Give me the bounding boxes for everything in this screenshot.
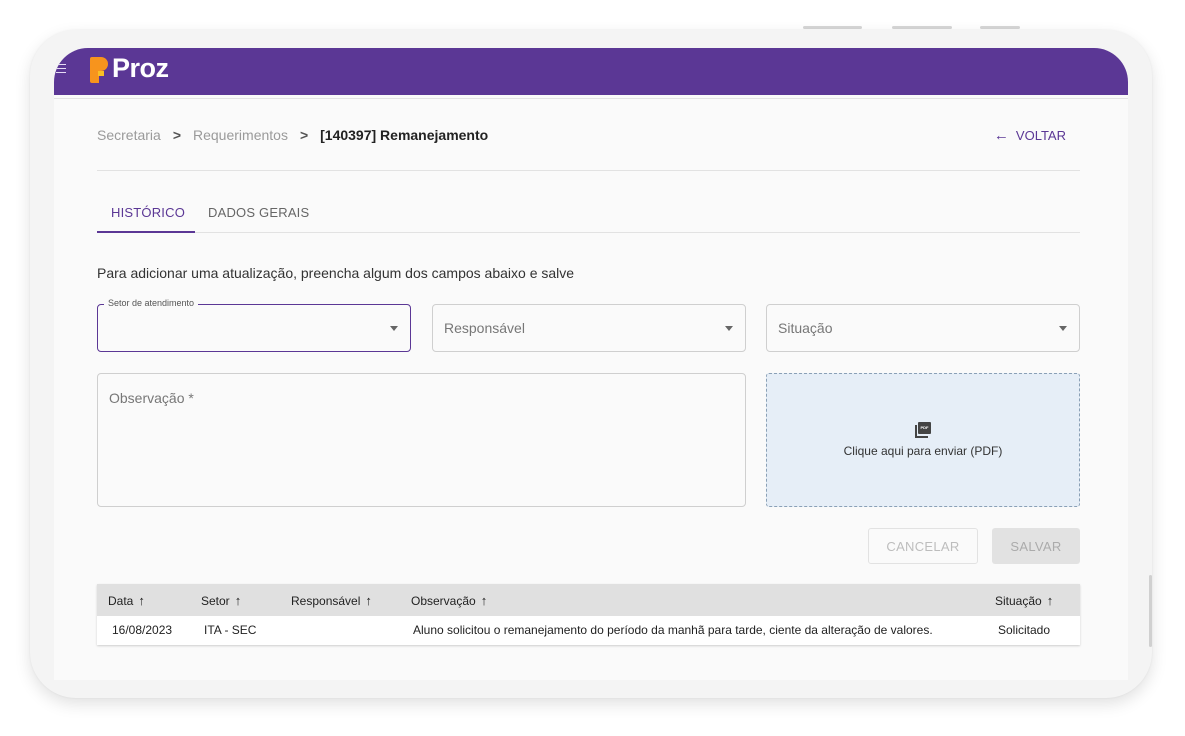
table-header: Data ↑ Setor ↑ Responsável ↑ Observação ↑ Si…: [97, 584, 1080, 616]
breadcrumb-item-requerimentos[interactable]: Requerimentos: [193, 127, 288, 143]
column-header-responsavel[interactable]: Responsável ↑: [291, 593, 372, 608]
column-header-setor[interactable]: Setor ↑: [201, 593, 241, 608]
observacao-placeholder: Observação *: [109, 390, 194, 406]
window-decoration: [980, 26, 1020, 29]
form-instructions: Para adicionar uma atualização, preencha…: [97, 265, 575, 281]
cancel-button[interactable]: CANCELAR: [868, 528, 978, 564]
side-button: [1149, 575, 1152, 647]
sort-arrow-icon: ↑: [138, 593, 145, 608]
app-screen: Proz Secretaria > Requerimentos > [14039…: [54, 48, 1128, 680]
responsavel-select[interactable]: Responsável: [432, 304, 746, 352]
history-table: Data ↑ Setor ↑ Responsável ↑ Observação ↑ Si…: [97, 584, 1080, 645]
cell-data: 16/08/2023: [112, 623, 173, 637]
divider: [54, 98, 1128, 99]
top-app-bar: Proz: [54, 48, 1128, 95]
menu-icon[interactable]: [56, 64, 66, 76]
pdf-upload-dropzone[interactable]: PDF Clique aqui para enviar (PDF): [766, 373, 1080, 507]
responsavel-placeholder: Responsável: [444, 320, 525, 336]
sort-arrow-icon: ↑: [480, 593, 488, 608]
breadcrumb-item-secretaria[interactable]: Secretaria: [97, 127, 161, 143]
sort-arrow-icon: ↑: [365, 593, 372, 608]
pdf-icon: PDF: [915, 422, 931, 438]
column-header-situacao[interactable]: Situação ↑: [995, 593, 1053, 608]
chevron-down-icon: [390, 326, 398, 331]
window-decoration: [803, 26, 862, 29]
active-tab-indicator: [97, 231, 195, 233]
window-decoration: [892, 26, 952, 29]
breadcrumb-separator-icon: >: [299, 127, 309, 143]
page-title: [140397] Remanejamento: [320, 127, 489, 143]
table-row[interactable]: 16/08/2023 ITA - SEC Aluno solicitou o r…: [97, 616, 1080, 645]
situacao-select[interactable]: Situação: [766, 304, 1080, 352]
column-header-data[interactable]: Data ↑: [108, 593, 145, 608]
sort-arrow-icon: ↑: [1046, 593, 1054, 608]
chevron-down-icon: [725, 326, 733, 331]
setor-select[interactable]: Setor de atendimento: [97, 298, 411, 352]
cell-observacao: Aluno solicitou o remanejamento do perío…: [413, 623, 933, 637]
chevron-down-icon: [1059, 326, 1067, 331]
logo-text: Proz: [112, 53, 169, 83]
save-button[interactable]: SALVAR: [992, 528, 1080, 564]
tab-bar: HISTÓRICO DADOS GERAIS: [97, 197, 1080, 233]
arrow-left-icon: ←: [993, 127, 1009, 144]
back-button[interactable]: ← VOLTAR: [994, 127, 1066, 144]
cell-setor: ITA - SEC: [204, 623, 257, 637]
logo-mark-icon: [90, 55, 108, 83]
column-header-observacao[interactable]: Observação ↑: [411, 593, 487, 608]
back-button-label: VOLTAR: [1015, 128, 1066, 143]
observacao-textarea[interactable]: Observação *: [97, 373, 746, 507]
upload-label: Clique aqui para enviar (PDF): [843, 444, 1003, 458]
divider: [97, 170, 1080, 171]
situacao-placeholder: Situação: [778, 320, 833, 336]
setor-label: Setor de atendimento: [104, 298, 199, 308]
breadcrumb-separator-icon: >: [172, 127, 181, 143]
tab-dados-gerais[interactable]: DADOS GERAIS: [208, 205, 309, 220]
breadcrumb: Secretaria > Requerimentos > [140397] Re…: [97, 127, 488, 143]
tab-historico[interactable]: HISTÓRICO: [111, 205, 185, 220]
proz-logo[interactable]: Proz: [90, 53, 169, 84]
cell-situacao: Solicitado: [998, 623, 1051, 637]
sort-arrow-icon: ↑: [234, 593, 242, 608]
